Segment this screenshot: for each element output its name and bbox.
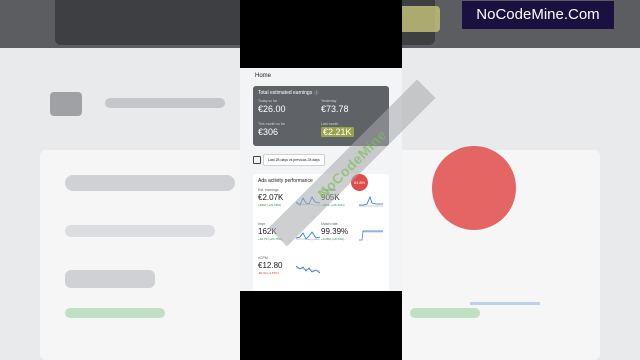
background-text-bar — [65, 175, 235, 191]
earnings-yesterday-value: €73.78 — [321, 104, 349, 114]
earnings-today-label: Today so far — [258, 99, 278, 103]
background-calendar-icon — [50, 92, 82, 116]
metric-match-rate[interactable]: Match rate 99.39% +0.28% (+0.14%) — [321, 222, 385, 256]
metric-label: eCPM — [258, 256, 268, 260]
earnings-yesterday-label: Yesterday — [321, 99, 337, 103]
background-text-bar — [65, 225, 215, 237]
earnings-today: Today so far €26.00 — [258, 99, 286, 114]
earnings-today-value: €26.00 — [258, 104, 286, 114]
earnings-month-value: €306 — [258, 127, 279, 137]
background-text-bar — [65, 308, 165, 318]
earnings-last-month: Last month €2.21K — [321, 122, 354, 137]
sparkline-icon — [296, 265, 320, 274]
metric-label: Match rate — [321, 222, 338, 226]
background-sparkline — [470, 262, 540, 305]
background-date-chip — [105, 98, 225, 108]
calendar-icon[interactable] — [253, 156, 261, 164]
background-badge — [432, 146, 516, 230]
ads-activity-title: Ads activity performance — [258, 178, 313, 184]
earnings-month: This month so far €306 — [258, 122, 285, 137]
brand-banner: NoCodeMine.Com — [462, 1, 614, 29]
background-text-bar — [65, 270, 155, 288]
earnings-title: Total estimated earnings ⓘ — [258, 90, 318, 96]
background-text-bar — [410, 308, 480, 318]
earnings-yesterday: Yesterday €73.78 — [321, 99, 349, 114]
earnings-last-month-value: €2.21K — [321, 127, 354, 137]
earnings-title-text: Total estimated earnings — [258, 90, 313, 96]
date-range-chip[interactable]: Last 28 days vs previous 28 days — [263, 154, 325, 166]
sparkline-icon — [359, 195, 383, 207]
info-icon[interactable]: ⓘ — [314, 90, 318, 95]
earnings-month-label: This month so far — [258, 122, 286, 126]
page-title: Home — [255, 73, 272, 79]
sparkline-icon — [359, 230, 383, 241]
earnings-last-month-label: Last month — [321, 122, 339, 126]
metric-ecpm[interactable]: eCPM €12.80 -€0.34 (-2.57%) — [258, 256, 322, 290]
